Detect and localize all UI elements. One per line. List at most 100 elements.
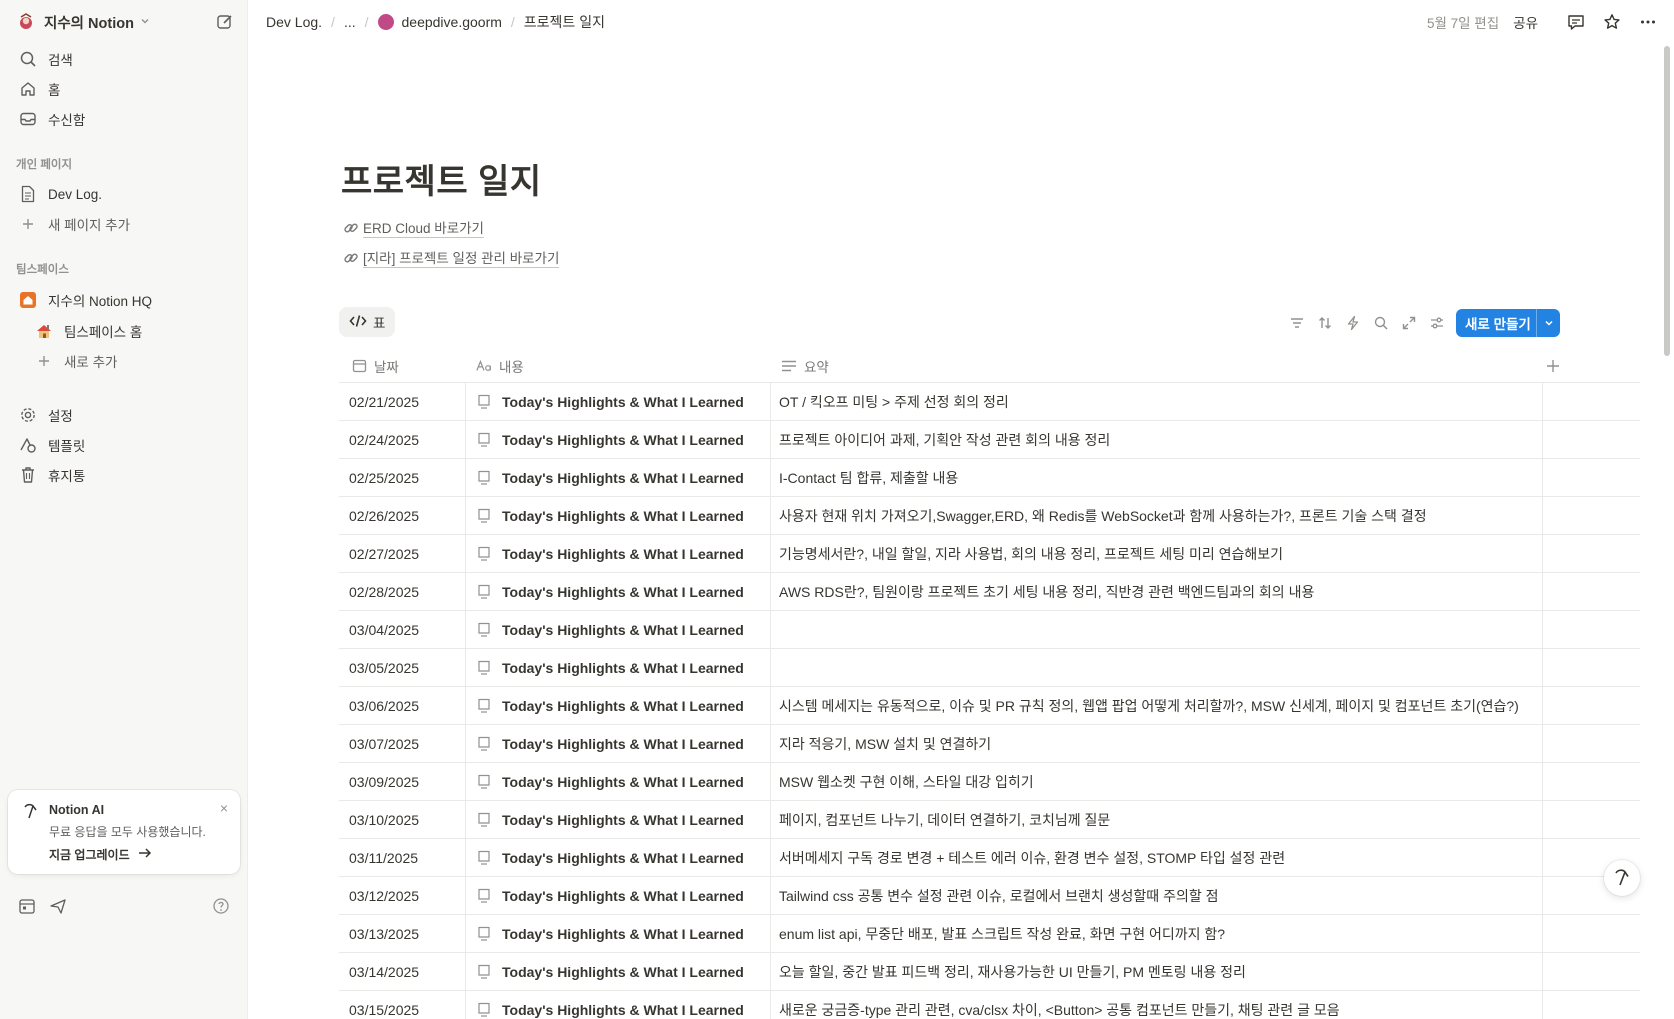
automation-icon[interactable] — [1339, 309, 1367, 337]
table-row[interactable]: 03/09/2025 Today's Highlights & What I Le… — [339, 763, 1640, 801]
table-row[interactable]: 03/13/2025 Today's Highlights & What I Le… — [339, 915, 1640, 953]
date-cell[interactable]: 02/21/2025 — [339, 383, 466, 420]
column-header-summary[interactable]: 요약 — [781, 348, 829, 383]
title-cell[interactable]: Today's Highlights & What I Learned — [466, 649, 771, 686]
page-title[interactable]: 프로젝트 일지 — [341, 154, 542, 203]
help-icon[interactable] — [210, 895, 232, 917]
table-row[interactable]: 03/11/2025 Today's Highlights & What I Le… — [339, 839, 1640, 877]
more-icon[interactable] — [1636, 10, 1660, 34]
title-cell[interactable]: Today's Highlights & What I Learned — [466, 535, 771, 572]
sidebar-item-templates[interactable]: 템플릿 — [8, 430, 240, 460]
table-row[interactable]: 03/07/2025 Today's Highlights & What I Le… — [339, 725, 1640, 763]
title-cell[interactable]: Today's Highlights & What I Learned — [466, 877, 771, 914]
title-cell[interactable]: Today's Highlights & What I Learned — [466, 421, 771, 458]
title-cell[interactable]: Today's Highlights & What I Learned — [466, 991, 771, 1019]
sidebar-item-teamspace-home[interactable]: 팀스페이스 홈 — [8, 316, 240, 346]
date-cell[interactable]: 03/10/2025 — [339, 801, 466, 838]
summary-cell[interactable]: I-Contact 팀 합류, 제출할 내용 — [771, 459, 1543, 496]
last-edited[interactable]: 5월 7일 편집 — [1427, 12, 1499, 32]
sidebar-item-notion-hq[interactable]: 지수의 Notion HQ — [8, 285, 240, 315]
jira-link[interactable]: [지라] 프로젝트 일정 관리 바로가기 — [343, 250, 560, 269]
new-button[interactable]: 새로 만들기 — [1456, 309, 1560, 337]
table-row[interactable]: 03/06/2025 Today's Highlights & What I Le… — [339, 687, 1640, 725]
table-row[interactable]: 02/24/2025 Today's Highlights & What I Le… — [339, 421, 1640, 459]
table-row[interactable]: 02/25/2025 Today's Highlights & What I Le… — [339, 459, 1640, 497]
expand-icon[interactable] — [1395, 309, 1423, 337]
summary-cell[interactable]: 페이지, 컴포넌트 나누기, 데이터 연결하기, 코치님께 질문 — [771, 801, 1543, 838]
comment-icon[interactable] — [1564, 10, 1588, 34]
breadcrumb-item-deepdive[interactable]: deepdive.goorm — [402, 14, 502, 30]
summary-cell[interactable]: AWS RDS란?, 팀원이랑 프로젝트 초기 세팅 내용 정리, 직반경 관련… — [771, 573, 1543, 610]
summary-cell[interactable]: 오늘 할일, 중간 발표 피드백 정리, 재사용가능한 UI 만들기, PM 멘… — [771, 953, 1543, 990]
breadcrumb-item-ellipsis[interactable]: ... — [344, 14, 356, 30]
upgrade-link[interactable]: 지금 업그레이드 — [49, 846, 152, 863]
title-cell[interactable]: Today's Highlights & What I Learned — [466, 839, 771, 876]
date-cell[interactable]: 03/04/2025 — [339, 611, 466, 648]
table-row[interactable]: 03/12/2025 Today's Highlights & What I Le… — [339, 877, 1640, 915]
add-column-icon[interactable] — [1543, 348, 1563, 383]
date-cell[interactable]: 03/06/2025 — [339, 687, 466, 724]
sidebar-item-add-page[interactable]: 새 페이지 추가 — [8, 209, 240, 239]
sidebar-item-dev-log[interactable]: Dev Log. — [8, 179, 240, 209]
sidebar-item-add-new[interactable]: 새로 추가 — [8, 346, 240, 376]
sidebar-item-trash[interactable]: 휴지통 — [8, 460, 240, 490]
search-icon[interactable] — [1367, 309, 1395, 337]
close-icon[interactable]: × — [220, 800, 228, 816]
table-row[interactable]: 02/28/2025 Today's Highlights & What I Le… — [339, 573, 1640, 611]
title-cell[interactable]: Today's Highlights & What I Learned — [466, 459, 771, 496]
summary-cell[interactable]: 프로젝트 아이디어 과제, 기획안 작성 관련 회의 내용 정리 — [771, 421, 1543, 458]
scrollbar[interactable] — [1664, 46, 1670, 356]
table-row[interactable]: 03/14/2025 Today's Highlights & What I Le… — [339, 953, 1640, 991]
date-cell[interactable]: 02/28/2025 — [339, 573, 466, 610]
erd-cloud-link[interactable]: ERD Cloud 바로가기 — [343, 220, 484, 239]
table-row[interactable]: 02/26/2025 Today's Highlights & What I Le… — [339, 497, 1640, 535]
date-cell[interactable]: 03/05/2025 — [339, 649, 466, 686]
date-cell[interactable]: 03/07/2025 — [339, 725, 466, 762]
table-row[interactable]: 03/10/2025 Today's Highlights & What I Le… — [339, 801, 1640, 839]
title-cell[interactable]: Today's Highlights & What I Learned — [466, 763, 771, 800]
title-cell[interactable]: Today's Highlights & What I Learned — [466, 497, 771, 534]
sidebar-item-settings[interactable]: 설정 — [8, 400, 240, 430]
column-header-content[interactable]: 내용 — [476, 348, 524, 383]
calendar-app-icon[interactable] — [16, 895, 38, 917]
table-row[interactable]: 03/04/2025 Today's Highlights & What I Le… — [339, 611, 1640, 649]
summary-cell[interactable]: enum list api, 무중단 배포, 발표 스크립트 작성 완료, 화면… — [771, 915, 1543, 952]
column-header-date[interactable]: 날짜 — [351, 348, 399, 383]
summary-cell[interactable] — [771, 611, 1543, 648]
compose-icon[interactable] — [214, 11, 236, 33]
date-cell[interactable]: 02/27/2025 — [339, 535, 466, 572]
table-row[interactable]: 02/27/2025 Today's Highlights & What I Le… — [339, 535, 1640, 573]
star-icon[interactable] — [1600, 10, 1624, 34]
breadcrumb-item-dev-log[interactable]: Dev Log. — [266, 14, 322, 30]
breadcrumb-item-current[interactable]: 프로젝트 일지 — [524, 12, 605, 32]
summary-cell[interactable]: 기능명세서란?, 내일 할일, 지라 사용법, 회의 내용 정리, 프로젝트 세… — [771, 535, 1543, 572]
summary-cell[interactable] — [771, 649, 1543, 686]
date-cell[interactable]: 02/26/2025 — [339, 497, 466, 534]
sort-icon[interactable] — [1311, 309, 1339, 337]
title-cell[interactable]: Today's Highlights & What I Learned — [466, 725, 771, 762]
summary-cell[interactable]: MSW 웹소켓 구현 이해, 스타일 대강 입히기 — [771, 763, 1543, 800]
table-row[interactable]: 03/15/2025 Today's Highlights & What I Le… — [339, 991, 1640, 1019]
date-cell[interactable]: 03/13/2025 — [339, 915, 466, 952]
title-cell[interactable]: Today's Highlights & What I Learned — [466, 915, 771, 952]
title-cell[interactable]: Today's Highlights & What I Learned — [466, 953, 771, 990]
settings-sliders-icon[interactable] — [1423, 309, 1451, 337]
summary-cell[interactable]: Tailwind css 공통 변수 설정 관련 이슈, 로컬에서 브랜치 생성… — [771, 877, 1543, 914]
filter-icon[interactable] — [1283, 309, 1311, 337]
summary-cell[interactable]: 지라 적응기, MSW 설치 및 연결하기 — [771, 725, 1543, 762]
send-icon[interactable] — [47, 895, 69, 917]
summary-cell[interactable]: 시스템 메세지는 유동적으로, 이슈 및 PR 규칙 정의, 웹앱 팝업 어떻게… — [771, 687, 1543, 724]
table-row[interactable]: 03/05/2025 Today's Highlights & What I Le… — [339, 649, 1640, 687]
date-cell[interactable]: 02/25/2025 — [339, 459, 466, 496]
title-cell[interactable]: Today's Highlights & What I Learned — [466, 383, 771, 420]
summary-cell[interactable]: OT / 킥오프 미팅 > 주제 선정 회의 정리 — [771, 383, 1543, 420]
sidebar-item-search[interactable]: 검색 — [8, 44, 240, 74]
tab-table-view[interactable]: 표 — [339, 307, 396, 337]
date-cell[interactable]: 03/14/2025 — [339, 953, 466, 990]
title-cell[interactable]: Today's Highlights & What I Learned — [466, 573, 771, 610]
summary-cell[interactable]: 새로운 궁금증-type 관리 관련, cva/clsx 차이, <Button… — [771, 991, 1543, 1019]
notion-ai-button[interactable] — [1604, 860, 1640, 896]
title-cell[interactable]: Today's Highlights & What I Learned — [466, 801, 771, 838]
workspace-switcher[interactable]: 지수의 Notion — [16, 10, 236, 34]
sidebar-item-inbox[interactable]: 수신함 — [8, 104, 240, 134]
